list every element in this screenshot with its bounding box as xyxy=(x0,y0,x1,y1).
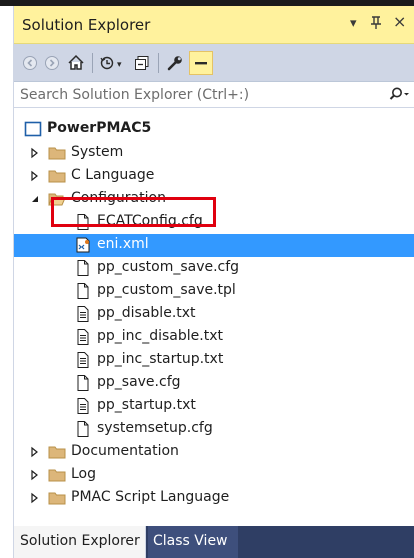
file-icon xyxy=(74,374,92,392)
tree-item-log[interactable]: Log xyxy=(14,464,414,487)
file-icon xyxy=(74,213,92,231)
folder-icon xyxy=(48,443,66,461)
open-folder-icon xyxy=(48,190,66,208)
tree-item-pp-custom-save-cfg[interactable]: pp_custom_save.cfg xyxy=(14,257,414,280)
tree-item-label: pp_startup.txt xyxy=(97,397,196,413)
tree-item-label: pp_inc_startup.txt xyxy=(97,351,224,367)
tree-item-system[interactable]: System xyxy=(14,142,414,165)
tree-item-label: pp_save.cfg xyxy=(97,374,181,390)
tree-item-pp-custom-save-tpl[interactable]: pp_custom_save.tpl xyxy=(14,280,414,303)
tab-solution-explorer[interactable]: Solution Explorer xyxy=(14,526,146,558)
tree-item-label: pp_custom_save.tpl xyxy=(97,282,236,298)
tree-item-pp-save-cfg[interactable]: pp_save.cfg xyxy=(14,372,414,395)
tree-item-label: System xyxy=(71,144,124,160)
tree-item-ecatconfig-cfg[interactable]: ECATConfig.cfg xyxy=(14,211,414,234)
screenshot-frame: Solution Explorer ▾ × ▾ Search Solution … xyxy=(0,0,414,558)
expand-arrow-icon[interactable] xyxy=(28,468,42,482)
panel-toolbar: ▾ xyxy=(14,44,414,82)
tree-item-eni-xml[interactable]: eni.xml xyxy=(14,234,414,257)
tree-item-label: Documentation xyxy=(71,443,179,459)
toolbar-separator xyxy=(92,53,93,73)
tab-label: Class View xyxy=(153,533,228,549)
text-file-icon xyxy=(74,351,92,369)
search-bar xyxy=(14,82,414,108)
tree-item-pp-inc-disable-txt[interactable]: pp_inc_disable.txt xyxy=(14,326,414,349)
text-file-icon xyxy=(74,397,92,415)
file-icon xyxy=(74,282,92,300)
solution-tree: PowerPMAC5 System C Language Configurati… xyxy=(14,108,414,526)
svg-text:▾: ▾ xyxy=(117,60,122,70)
tree-item-label: pp_custom_save.cfg xyxy=(97,259,240,275)
tab-class-view[interactable]: Class View xyxy=(148,526,238,558)
xml-file-icon xyxy=(74,236,92,254)
expand-arrow-icon[interactable] xyxy=(28,445,42,459)
bottom-tab-strip: Solution Explorer Class View xyxy=(14,526,414,558)
folder-icon xyxy=(48,489,66,507)
panel-title-bar[interactable]: Solution Explorer ▾ × xyxy=(14,6,414,44)
auto-hide-pin-icon[interactable] xyxy=(370,16,382,35)
tree-item-label: pp_inc_disable.txt xyxy=(97,328,223,344)
solution-explorer-panel: Solution Explorer ▾ × ▾ Search Solution … xyxy=(13,6,414,558)
tree-item-pp-startup-txt[interactable]: pp_startup.txt xyxy=(14,395,414,418)
tree-item-pmac-script-language[interactable]: PMAC Script Language xyxy=(14,487,414,510)
tree-item-label: Configuration xyxy=(71,190,166,206)
tree-item-c-language[interactable]: C Language xyxy=(14,165,414,188)
close-icon[interactable]: × xyxy=(393,14,406,30)
file-icon xyxy=(74,259,92,277)
tree-item-label: pp_disable.txt xyxy=(97,305,196,321)
tree-item-label: C Language xyxy=(71,167,155,183)
toolbar-separator xyxy=(158,53,159,73)
file-icon xyxy=(74,420,92,438)
tab-label: Solution Explorer xyxy=(20,533,140,549)
text-file-icon xyxy=(74,328,92,346)
folder-icon xyxy=(48,167,66,185)
window-position-dropdown-icon[interactable]: ▾ xyxy=(350,16,357,32)
text-file-icon xyxy=(74,305,92,323)
tree-root-label: PowerPMAC5 xyxy=(47,120,152,136)
tree-item-label: ECATConfig.cfg xyxy=(97,213,203,229)
history-icon[interactable]: ▾ xyxy=(98,51,128,75)
preview-selected-items-icon[interactable] xyxy=(189,51,213,75)
solution-icon xyxy=(24,120,42,138)
search-icon[interactable] xyxy=(388,86,410,104)
tree-item-label: systemsetup.cfg xyxy=(97,420,213,436)
tree-item-label: Log xyxy=(71,466,97,482)
tree-root-item[interactable]: PowerPMAC5 xyxy=(14,118,414,141)
expand-arrow-icon[interactable] xyxy=(28,491,42,505)
expand-arrow-icon[interactable] xyxy=(28,169,42,183)
forward-icon[interactable] xyxy=(42,51,62,75)
folder-icon xyxy=(48,466,66,484)
tree-item-configuration[interactable]: Configuration xyxy=(14,188,414,211)
tree-item-pp-disable-txt[interactable]: pp_disable.txt xyxy=(14,303,414,326)
collapse-all-icon[interactable] xyxy=(132,51,152,75)
collapse-arrow-icon[interactable] xyxy=(28,192,42,206)
tree-item-label: PMAC Script Language xyxy=(71,489,230,505)
properties-wrench-icon[interactable] xyxy=(164,51,186,75)
home-icon[interactable] xyxy=(65,51,87,75)
tree-item-pp-inc-startup-txt[interactable]: pp_inc_startup.txt xyxy=(14,349,414,372)
tree-item-systemsetup-cfg[interactable]: systemsetup.cfg xyxy=(14,418,414,441)
tree-item-label: eni.xml xyxy=(97,236,149,252)
folder-icon xyxy=(48,144,66,162)
search-input[interactable] xyxy=(14,82,384,107)
back-icon[interactable] xyxy=(20,51,40,75)
panel-title: Solution Explorer xyxy=(22,16,151,34)
expand-arrow-icon[interactable] xyxy=(28,146,42,160)
tree-item-documentation[interactable]: Documentation xyxy=(14,441,414,464)
